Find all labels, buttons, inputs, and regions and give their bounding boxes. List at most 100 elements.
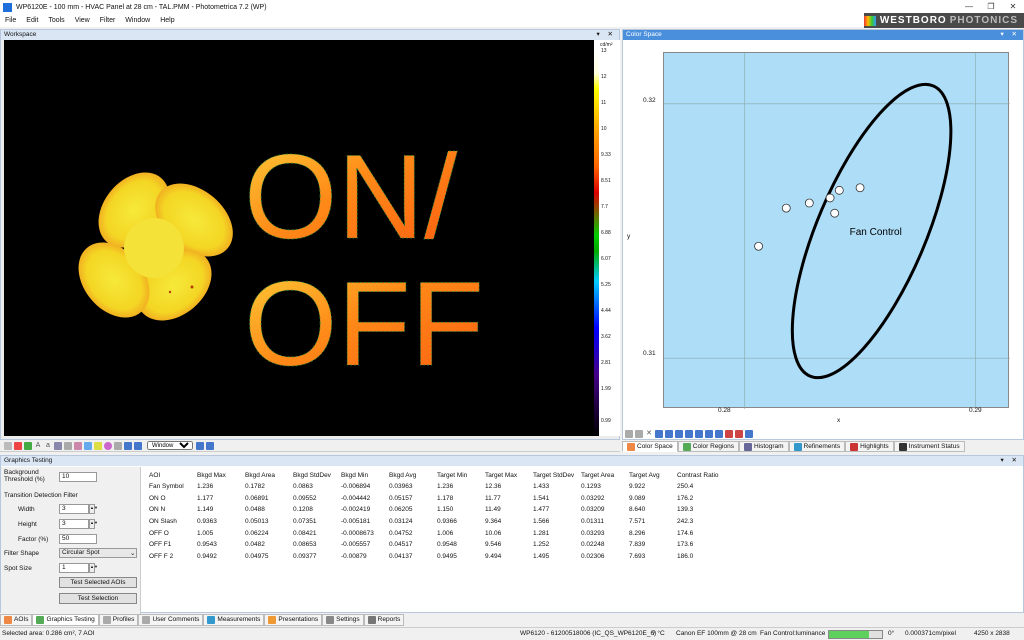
restore-icon[interactable]: ❐ bbox=[980, 0, 1002, 14]
aoi-icon[interactable] bbox=[84, 441, 92, 450]
tab-aois[interactable]: AOIs bbox=[0, 614, 33, 626]
background-threshold-input[interactable]: 10 bbox=[59, 472, 97, 482]
chromaticity-plot[interactable]: Fan Control bbox=[663, 52, 1010, 409]
tab-measurements[interactable]: Measurements bbox=[203, 614, 265, 626]
aoi-name-cell: ON N bbox=[149, 506, 166, 514]
close-icon[interactable]: ✕ bbox=[1002, 0, 1024, 14]
menu-edit[interactable]: Edit bbox=[21, 17, 43, 24]
pin-close-icon[interactable]: ▾ ✕ bbox=[596, 30, 616, 40]
magnify-icon[interactable] bbox=[124, 441, 132, 450]
tool-icon[interactable] bbox=[695, 430, 703, 438]
tab-graphics-testing[interactable]: Graphics Testing bbox=[32, 614, 99, 626]
table-row[interactable]: OFF F1 0.9543 0.0482 0.08653 -0.005557 0.0451… bbox=[147, 539, 735, 551]
tool-icon[interactable] bbox=[675, 430, 683, 438]
table-row[interactable]: Fan Symbol 1.236 0.1782 0.0863 -0.006894 0.03… bbox=[147, 481, 735, 493]
table-row[interactable]: ON N 1.149 0.0488 0.1208 -0.002419 0.06205 1.1… bbox=[147, 504, 735, 516]
filter-icon[interactable] bbox=[74, 441, 82, 450]
delete-icon[interactable] bbox=[725, 430, 733, 438]
crop-icon[interactable] bbox=[114, 441, 122, 450]
column-header[interactable]: Target Area bbox=[579, 469, 627, 481]
test-selection-button[interactable]: Test Selection bbox=[59, 593, 137, 604]
tool-icon[interactable] bbox=[655, 430, 663, 438]
table-row[interactable]: ON Slash 0.9363 0.05013 0.07351 -0.005181 0.0… bbox=[147, 516, 735, 528]
spot-size-input[interactable]: 1 bbox=[59, 563, 89, 573]
menu-file[interactable]: File bbox=[0, 17, 21, 24]
highlight-icon[interactable] bbox=[94, 441, 102, 450]
color-wheel-icon[interactable] bbox=[104, 441, 112, 450]
remove-icon[interactable] bbox=[735, 430, 743, 438]
pan-icon[interactable] bbox=[206, 441, 214, 450]
data-point[interactable] bbox=[855, 183, 865, 193]
column-header[interactable]: Contrast Ratio bbox=[675, 469, 735, 481]
tool-icon[interactable] bbox=[685, 430, 693, 438]
width-stepper[interactable]: ▲▼ bbox=[89, 504, 98, 514]
tab-user-comments[interactable]: User Comments bbox=[138, 614, 204, 626]
menu-window[interactable]: Window bbox=[120, 17, 155, 24]
pin-close-icon[interactable]: ▾ ✕ bbox=[1000, 30, 1020, 40]
tool-icon[interactable] bbox=[745, 430, 753, 438]
factor-input[interactable]: 50 bbox=[59, 534, 97, 544]
data-point[interactable] bbox=[781, 203, 791, 213]
tab-refinements[interactable]: Refinements bbox=[788, 441, 846, 452]
tab-color-space[interactable]: Color Space bbox=[622, 441, 678, 452]
x-icon[interactable]: ✕ bbox=[645, 430, 653, 438]
column-header[interactable]: Target StdDev bbox=[531, 469, 579, 481]
column-header[interactable]: Bkgd Max bbox=[195, 469, 243, 481]
column-header[interactable]: Bkgd Min bbox=[339, 469, 387, 481]
magnify-plus-icon[interactable] bbox=[134, 441, 142, 450]
tab-reports[interactable]: Reports bbox=[363, 614, 405, 626]
tab-presentations[interactable]: Presentations bbox=[264, 614, 323, 626]
height-stepper[interactable]: ▲▼ bbox=[89, 519, 98, 529]
zoom-mode-select[interactable]: Window bbox=[147, 441, 193, 450]
tab-instrument-status[interactable]: Instrument Status bbox=[893, 441, 965, 452]
column-header[interactable]: Bkgd StdDev bbox=[291, 469, 339, 481]
data-point[interactable] bbox=[804, 198, 814, 208]
menu-filter[interactable]: Filter bbox=[95, 17, 121, 24]
data-point[interactable] bbox=[834, 185, 844, 195]
image-icon[interactable] bbox=[54, 441, 62, 450]
table-row[interactable]: ON O 1.177 0.06891 0.09552 -0.004442 0.05157 1… bbox=[147, 493, 735, 505]
brand-name: WESTBORO bbox=[879, 15, 947, 26]
fit-icon[interactable] bbox=[196, 441, 204, 450]
column-header[interactable]: Target Max bbox=[483, 469, 531, 481]
table-row[interactable]: OFF O 1.005 0.06224 0.08421 -0.0008673 0.0475… bbox=[147, 527, 735, 539]
table-row[interactable]: OFF F 2 0.9492 0.04975 0.09377 -0.00879 0.041… bbox=[147, 551, 735, 563]
text-a-icon[interactable]: A bbox=[34, 442, 42, 450]
grid-icon[interactable] bbox=[4, 441, 12, 450]
tool-icon[interactable] bbox=[665, 430, 673, 438]
tab-label: Histogram bbox=[753, 442, 784, 450]
spot-size-stepper[interactable]: ▲▼ bbox=[89, 563, 98, 573]
zoom-out-icon[interactable] bbox=[625, 430, 633, 438]
data-point[interactable] bbox=[754, 241, 763, 251]
width-input[interactable]: 3 bbox=[59, 504, 89, 514]
minimize-icon[interactable]: — bbox=[958, 0, 980, 14]
tab-highlights[interactable]: Highlights bbox=[845, 441, 894, 452]
column-header[interactable]: Target Avg bbox=[627, 469, 675, 481]
pin-close-icon[interactable]: ▾ ✕ bbox=[1000, 456, 1020, 466]
tab-label: Presentations bbox=[278, 616, 319, 623]
filter-shape-select[interactable]: Circular Spot bbox=[59, 548, 137, 558]
text-a-small-icon[interactable]: a bbox=[44, 442, 52, 450]
test-selected-aois-button[interactable]: Test Selected AOIs bbox=[59, 577, 137, 588]
data-point[interactable] bbox=[830, 208, 840, 218]
palette-icon[interactable] bbox=[14, 441, 22, 450]
column-header[interactable]: AOI bbox=[147, 469, 195, 481]
data-point[interactable] bbox=[825, 193, 835, 203]
tab-histogram[interactable]: Histogram bbox=[738, 441, 789, 452]
zoom-in-icon[interactable] bbox=[635, 430, 643, 438]
layers-icon[interactable] bbox=[64, 441, 72, 450]
zoom-icon[interactable] bbox=[24, 441, 32, 450]
menu-help[interactable]: Help bbox=[155, 17, 179, 24]
menu-tools[interactable]: Tools bbox=[43, 17, 69, 24]
column-header[interactable]: Bkgd Avg bbox=[387, 469, 435, 481]
tab-settings[interactable]: Settings bbox=[322, 614, 364, 626]
tab-profiles[interactable]: Profiles bbox=[98, 614, 139, 626]
column-header[interactable]: Bkgd Area bbox=[243, 469, 291, 481]
menu-view[interactable]: View bbox=[70, 17, 95, 24]
column-header[interactable]: Target Min bbox=[435, 469, 483, 481]
magnify-icon[interactable] bbox=[715, 430, 723, 438]
tab-color-regions[interactable]: Color Regions bbox=[677, 441, 739, 452]
tool-icon[interactable] bbox=[705, 430, 713, 438]
luminance-image[interactable]: ON/ OFF bbox=[4, 40, 594, 436]
height-input[interactable]: 3 bbox=[59, 519, 89, 529]
